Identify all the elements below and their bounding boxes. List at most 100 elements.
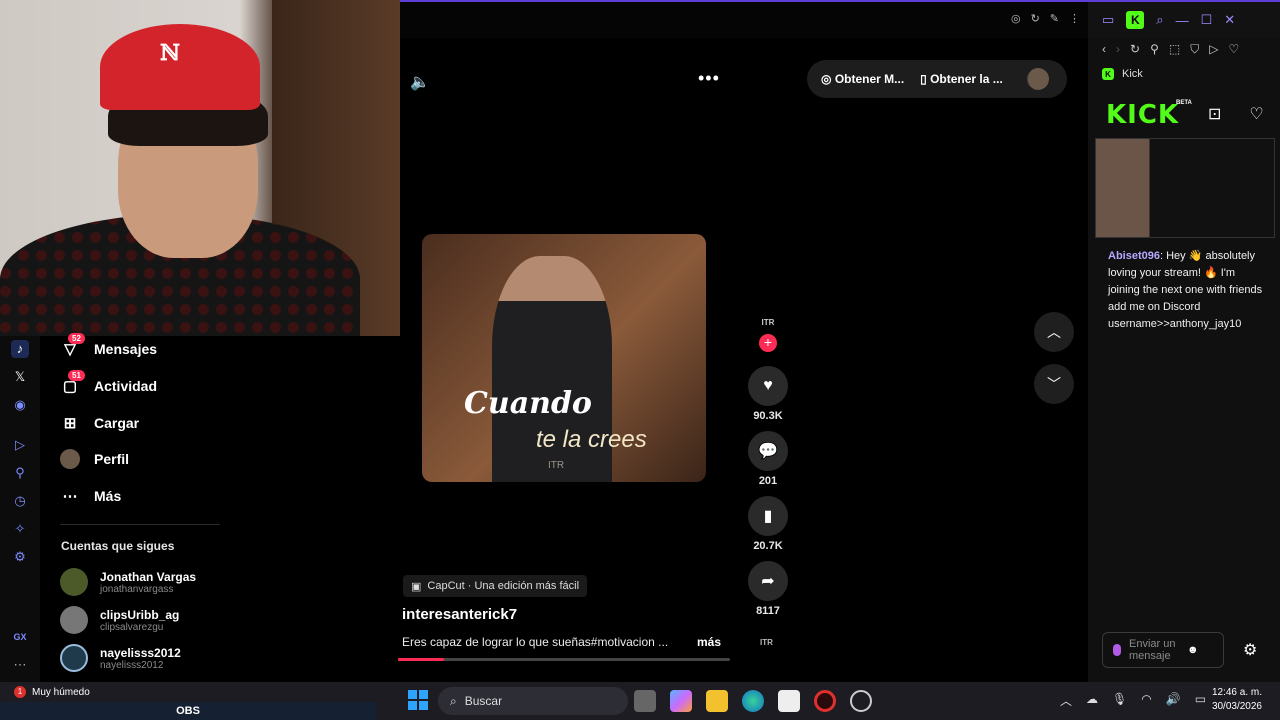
tiktok-icon[interactable]: ♪ [11, 340, 29, 358]
comment-button[interactable]: 💬 201 [748, 431, 788, 487]
comment-count: 201 [758, 475, 778, 487]
extension-icon[interactable]: ◎ [1011, 12, 1021, 25]
pin-icon[interactable]: ⚲ [1150, 42, 1159, 57]
chat-username[interactable]: Abiset096 [1108, 250, 1160, 262]
next-video-button[interactable]: ﹀ [1034, 364, 1074, 404]
search-box[interactable]: ⌕ Buscar [438, 687, 628, 715]
minimize-icon[interactable]: — [1176, 13, 1189, 28]
follow-plus-button[interactable]: + [759, 334, 777, 352]
following-item[interactable]: nayelisss2012 nayelisss2012 [60, 644, 181, 672]
wifi-icon[interactable]: ◠ [1141, 692, 1151, 709]
crop-icon[interactable]: ⬚ [1169, 42, 1180, 57]
discord-icon[interactable]: ◉ [11, 396, 29, 414]
history-icon[interactable]: ◷ [11, 492, 29, 510]
volume-icon[interactable]: 🔈 [410, 72, 430, 92]
capcut-tag[interactable]: ▣ CapCut · Una edición más fácil [403, 575, 588, 597]
get-app-button[interactable]: ◎ Obtener M... [821, 72, 904, 86]
sidebar-item-profile[interactable]: Perfil [60, 449, 129, 469]
player-icon[interactable]: ▷ [11, 436, 29, 454]
chevron-up-icon[interactable]: ︿ [1060, 692, 1072, 709]
mic-icon [1113, 644, 1121, 656]
progress-fill [398, 658, 445, 661]
task-view-icon[interactable] [634, 690, 656, 712]
maximize-icon[interactable]: ☐ [1201, 12, 1213, 28]
pin-icon[interactable]: ✎ [1050, 12, 1059, 25]
file-explorer-icon[interactable] [706, 690, 728, 712]
sidebar-item-messages[interactable]: ▽ 52 Mensajes [60, 333, 157, 359]
gamepad-icon[interactable]: ▭ [1102, 12, 1114, 28]
obs-window[interactable]: OBS [0, 702, 376, 720]
sidebar-item-more[interactable]: ⋯ Más [60, 486, 122, 506]
shield-icon[interactable]: ⛉ [1190, 42, 1199, 57]
chat-input[interactable]: Enviar un mensaje ☻ [1102, 632, 1224, 668]
get-mobile-button[interactable]: ▯ Obtener la ... [920, 72, 1003, 86]
start-button[interactable] [408, 690, 428, 710]
follow-heart-icon[interactable]: ♡ [1249, 104, 1263, 124]
sound-logo[interactable]: ITR [760, 638, 773, 647]
forward-icon[interactable]: › [1116, 42, 1120, 57]
stream-preview[interactable] [1095, 138, 1275, 238]
sidebar-item-activity[interactable]: ▢ 51 Actividad [60, 370, 157, 396]
like-button[interactable]: ♥ 90.3K [748, 366, 788, 422]
video-description: Eres capaz de lograr lo que sueñas#motiv… [402, 635, 669, 649]
taskbar: 1 Muy húmedo OBS ⌕ Buscar ︿ ☁ 🎙 ◠ 🔊 ▭ 12… [0, 682, 1280, 720]
heart-icon[interactable]: ♡ [1228, 42, 1239, 57]
following-handle: clipsalvarezgu [100, 621, 164, 633]
x-icon[interactable]: 𝕏 [11, 368, 29, 386]
pin-icon[interactable]: ⚲ [11, 464, 29, 482]
sidebar-item-upload[interactable]: ⊞ Cargar [60, 413, 139, 433]
cloud-icon[interactable]: ☁ [1086, 692, 1098, 709]
menu-icon[interactable]: ⋮ [1069, 12, 1080, 25]
theatre-icon[interactable]: ⊡ [1208, 104, 1221, 124]
avatar [60, 606, 88, 634]
settings-icon[interactable]: ⚙ [11, 548, 29, 566]
extensions-icon[interactable]: ✧ [11, 520, 29, 538]
video-feed: 🔈 ••• ◎ Obtener M... ▯ Obtener la ... Cu… [398, 38, 1088, 682]
share-button[interactable]: ➦ 8117 [748, 561, 788, 617]
clock[interactable]: 12:46 a. m. 30/03/2026 [1206, 686, 1262, 714]
store-icon[interactable] [778, 690, 800, 712]
save-count: 20.7K [753, 540, 783, 552]
opera-gx-icon[interactable] [814, 690, 836, 712]
obs-icon[interactable] [850, 690, 872, 712]
video-author[interactable]: interesanterick7 [402, 606, 517, 623]
capcut-icon: ▣ [411, 580, 422, 593]
save-button[interactable]: ▮ 20.7K [748, 496, 788, 552]
weather-label: Muy húmedo [32, 686, 90, 698]
chat-settings-icon[interactable]: ⚙ [1243, 640, 1257, 660]
watermark: ITR [548, 460, 565, 471]
previous-video-button[interactable]: ︿ [1034, 312, 1074, 352]
chat-message: Abiset096: Hey 👋 absolutely loving your … [1108, 248, 1268, 333]
following-handle: nayelisss2012 [100, 659, 164, 671]
more-options-icon[interactable]: ••• [698, 68, 720, 89]
video-player[interactable]: Cuando te la crees ITR [422, 234, 706, 482]
weather-widget[interactable]: 1 Muy húmedo [14, 686, 90, 698]
search-icon[interactable]: ⌕ [1156, 12, 1163, 28]
sidebar-panel-toolbar: ▭ K ⌕ — ☐ ✕ [1088, 0, 1280, 38]
comment-icon: 💬 [748, 431, 788, 471]
following-name: nayelisss2012 [100, 645, 181, 660]
kick-logo: KICK [1106, 100, 1180, 130]
speaker-icon[interactable]: 🔊 [1166, 692, 1181, 709]
send-icon[interactable]: ▷ [1209, 42, 1218, 57]
progress-bar[interactable] [398, 658, 730, 661]
reload-icon[interactable]: ↻ [1130, 42, 1140, 57]
avatar[interactable] [1026, 68, 1049, 90]
following-item[interactable]: clipsUribb_ag clipsalvarezgu [60, 606, 179, 634]
mic-icon[interactable]: 🎙 [1112, 692, 1127, 709]
emoji-icon[interactable]: ☻ [1187, 644, 1199, 656]
copilot-icon[interactable] [670, 690, 692, 712]
close-icon[interactable]: ✕ [1224, 12, 1235, 28]
following-item[interactable]: Jonathan Vargas jonathanvargass [60, 568, 196, 596]
battery-icon[interactable]: ▭ [1195, 692, 1206, 709]
gx-label[interactable]: GX [11, 628, 29, 646]
description-more-link[interactable]: más [697, 635, 721, 649]
reload-icon[interactable]: ↻ [1031, 12, 1040, 25]
share-icon: ➦ [748, 561, 788, 601]
edge-icon[interactable] [742, 690, 764, 712]
more-icon[interactable]: ⋯ [11, 656, 29, 674]
back-icon[interactable]: ‹ [1102, 42, 1106, 57]
creator-avatar[interactable]: ITR [748, 318, 788, 327]
kick-app-icon[interactable]: K [1126, 11, 1145, 29]
cap-logo-icon: ℕ [160, 40, 181, 66]
